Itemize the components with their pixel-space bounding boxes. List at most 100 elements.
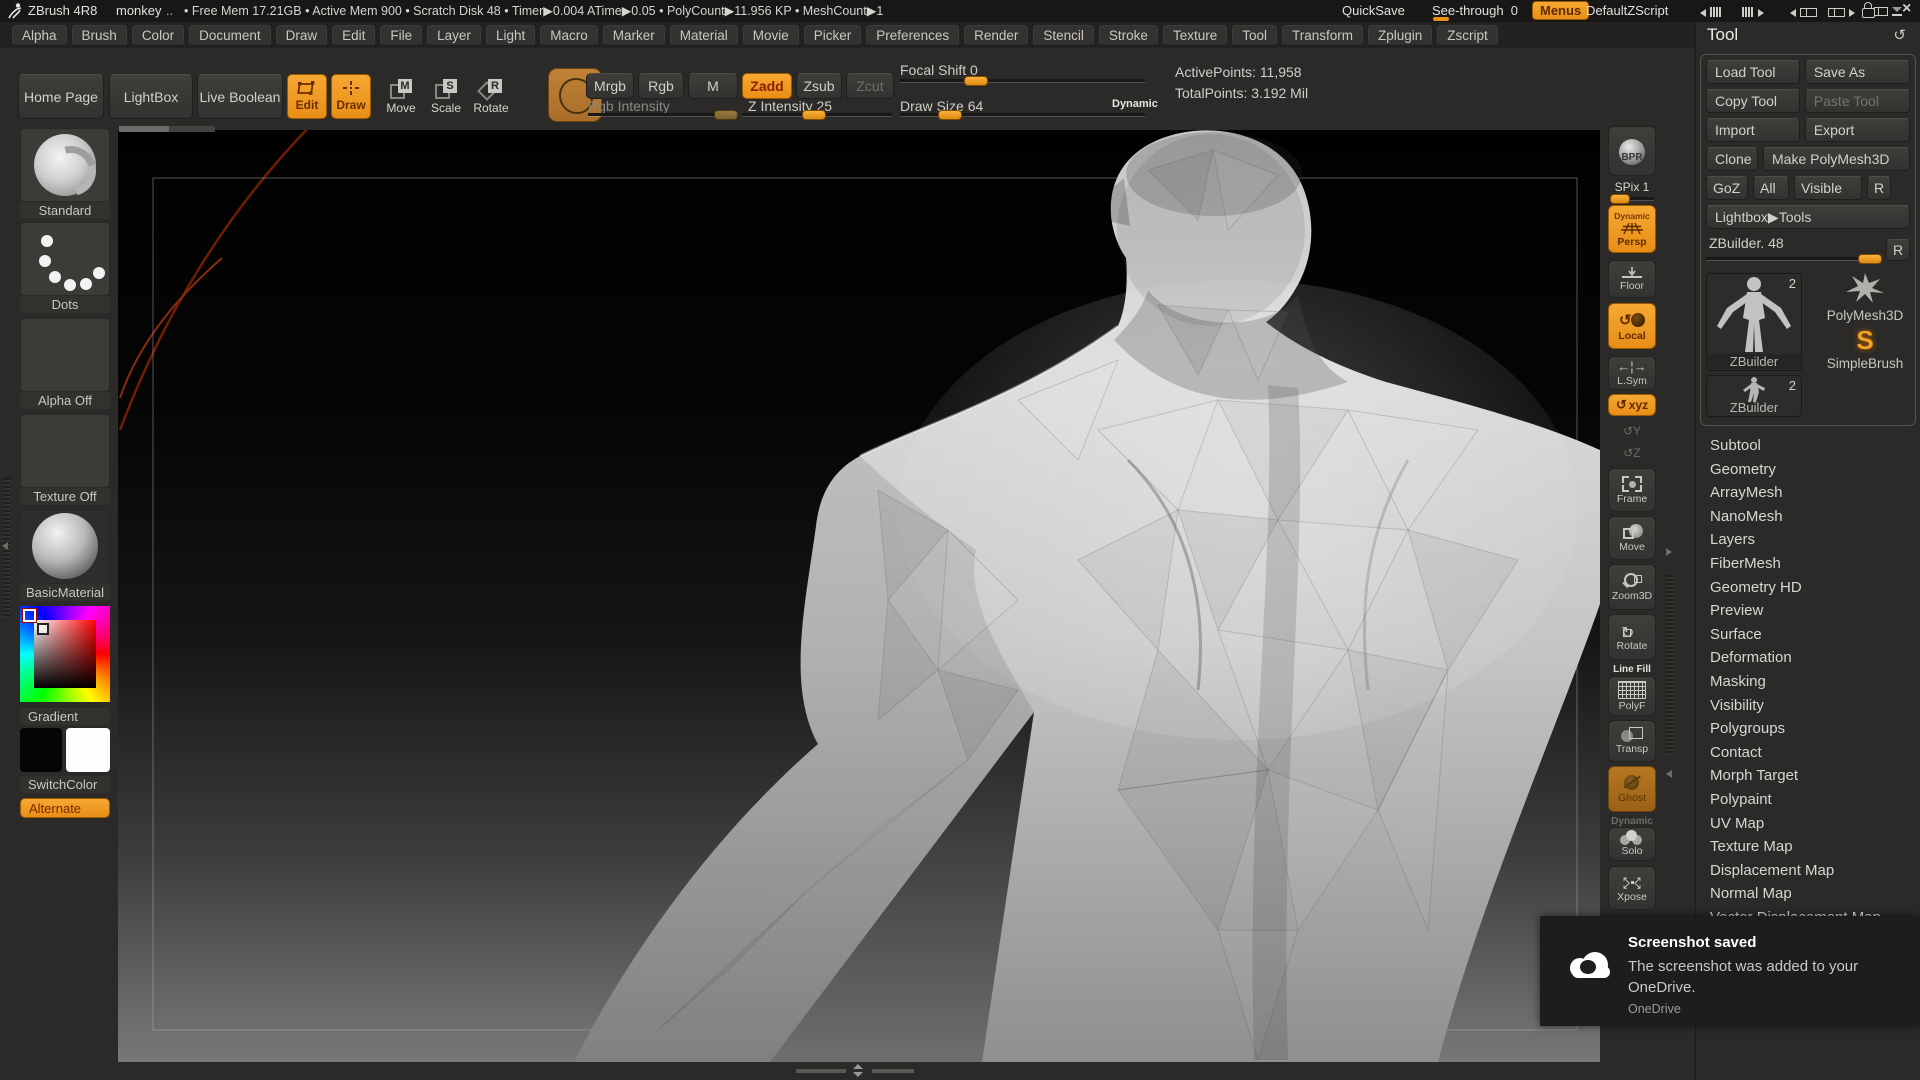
draw-size-track[interactable] — [900, 113, 1145, 116]
tool-section-nanomesh[interactable]: NanoMesh — [1696, 505, 1920, 529]
tool-section-polygroups[interactable]: Polygroups — [1696, 717, 1920, 741]
tray-collapse-icon[interactable] — [2, 542, 8, 550]
xyz-rotate-button[interactable]: ↺ xyz — [1608, 394, 1656, 416]
tool-section-fibermesh[interactable]: FiberMesh — [1696, 552, 1920, 576]
shelf-arrow2-icon[interactable] — [1666, 770, 1672, 778]
menu-item-stroke[interactable]: Stroke — [1098, 24, 1158, 46]
menu-item-file[interactable]: File — [380, 24, 423, 46]
menu-item-zscript[interactable]: Zscript — [1437, 24, 1498, 46]
goz-all-button[interactable]: All — [1753, 176, 1789, 200]
goz-r-button[interactable]: R — [1867, 176, 1891, 200]
texture-slot[interactable] — [20, 414, 110, 488]
tool-section-masking[interactable]: Masking — [1696, 670, 1920, 694]
draw-size-knob[interactable] — [938, 110, 962, 120]
rgb-button[interactable]: Rgb — [638, 73, 684, 99]
tool-thumb-zbuilder-small[interactable]: 2 ZBuilder — [1706, 375, 1802, 417]
current-brush-standard[interactable] — [20, 128, 110, 206]
sculpt-model[interactable] — [118, 121, 1600, 1062]
tool-section-preview[interactable]: Preview — [1696, 599, 1920, 623]
edit-button[interactable]: Edit — [287, 74, 327, 119]
hue-selector[interactable] — [22, 608, 37, 623]
load-tool-button[interactable]: Load Tool — [1706, 60, 1800, 84]
bottom-scroll-left[interactable] — [796, 1069, 846, 1073]
tool-thumb-polymesh3d[interactable]: PolyMesh3D — [1810, 273, 1920, 323]
tool-section-contact[interactable]: Contact — [1696, 741, 1920, 765]
panel-cycle-icon[interactable]: ↺ — [1893, 26, 1906, 44]
tool-section-layers[interactable]: Layers — [1696, 528, 1920, 552]
quicksave-button[interactable]: QuickSave — [1342, 3, 1405, 18]
spix-slider[interactable]: SPix 1 — [1608, 180, 1656, 194]
tool-section-arraymesh[interactable]: ArrayMesh — [1696, 481, 1920, 505]
mrgb-button[interactable]: Mrgb — [586, 73, 634, 99]
bpr-button[interactable]: BPR — [1608, 126, 1656, 176]
gradient-label[interactable]: Gradient — [20, 708, 110, 725]
goz-button[interactable]: GoZ — [1706, 176, 1748, 200]
make-polymesh3d-button[interactable]: Make PolyMesh3D — [1763, 147, 1910, 171]
draw-button[interactable]: Draw — [331, 74, 371, 119]
home-page-button[interactable]: Home Page — [18, 74, 104, 119]
menu-item-marker[interactable]: Marker — [602, 24, 665, 46]
lightbox-tools-button[interactable]: Lightbox▶Tools — [1706, 205, 1910, 229]
menu-item-render[interactable]: Render — [964, 24, 1029, 46]
tool-section-subtool[interactable]: Subtool — [1696, 434, 1920, 458]
menus-button[interactable]: Menus — [1532, 1, 1590, 20]
menu-item-color[interactable]: Color — [131, 24, 185, 46]
menu-item-preferences[interactable]: Preferences — [866, 24, 960, 46]
bottom-scroll-right[interactable] — [872, 1069, 914, 1073]
menu-item-tool[interactable]: Tool — [1232, 24, 1277, 46]
expand-down-icon[interactable] — [853, 1072, 863, 1077]
tool-section-polypaint[interactable]: Polypaint — [1696, 788, 1920, 812]
copy-tool-button[interactable]: Copy Tool — [1706, 89, 1800, 113]
canvas-hscroll[interactable] — [119, 126, 169, 132]
tool-section-texture-map[interactable]: Texture Map — [1696, 835, 1920, 859]
shrink-right-icon[interactable] — [1742, 5, 1764, 20]
move-view-button[interactable]: Move — [1608, 516, 1656, 560]
lsym-button[interactable]: ←¦→ L.Sym — [1608, 356, 1656, 390]
zbuilder-slider[interactable]: ZBuilder. 48 R — [1706, 233, 1910, 273]
scale-button[interactable]: S Scale — [425, 75, 467, 119]
see-through-slider[interactable]: See-through 0 — [1432, 3, 1518, 18]
stroke-type-dots[interactable] — [20, 222, 110, 296]
alpha-slot[interactable] — [20, 318, 110, 392]
menu-item-document[interactable]: Document — [189, 24, 271, 46]
m-button[interactable]: M — [688, 73, 738, 99]
menu-item-alpha[interactable]: Alpha — [12, 24, 67, 46]
spix-knob[interactable] — [1610, 194, 1630, 204]
menu-item-macro[interactable]: Macro — [540, 24, 598, 46]
local-button[interactable]: ↺ Local — [1608, 303, 1656, 349]
cascade-left-icon[interactable] — [1790, 5, 1817, 20]
menu-item-transform[interactable]: Transform — [1281, 24, 1363, 46]
tool-section-visibility[interactable]: Visibility — [1696, 694, 1920, 718]
menu-item-texture[interactable]: Texture — [1162, 24, 1228, 46]
material-slot[interactable] — [20, 510, 110, 584]
tool-thumb-zbuilder[interactable]: 2 ZBuilder — [1706, 273, 1802, 371]
tool-section-morph-target[interactable]: Morph Target — [1696, 764, 1920, 788]
minimize-button[interactable] — [1892, 7, 1902, 16]
shelf-arrow-icon[interactable] — [1666, 548, 1672, 556]
zsub-button[interactable]: Zsub — [796, 73, 842, 99]
zcut-button[interactable]: Zcut — [846, 73, 894, 99]
alternate-button[interactable]: Alternate — [20, 798, 110, 818]
tool-section-geometry[interactable]: Geometry — [1696, 458, 1920, 482]
expand-up-icon[interactable] — [853, 1064, 863, 1069]
polyf-button[interactable]: PolyF — [1608, 676, 1656, 716]
rotate-y-button[interactable]: ↺Y — [1608, 424, 1656, 438]
rotate-button[interactable]: R Rotate — [470, 75, 512, 119]
menu-item-zplugin[interactable]: Zplugin — [1368, 24, 1433, 46]
zoom3d-button[interactable]: Zoom3D — [1608, 564, 1656, 610]
menu-item-light[interactable]: Light — [485, 24, 536, 46]
color-picker[interactable] — [20, 606, 110, 702]
restore-button[interactable] — [1874, 4, 1888, 19]
menu-item-brush[interactable]: Brush — [71, 24, 127, 46]
tool-section-surface[interactable]: Surface — [1696, 623, 1920, 647]
menu-item-layer[interactable]: Layer — [427, 24, 481, 46]
zscript-button[interactable]: DefaultZScript — [1586, 3, 1668, 18]
zadd-button[interactable]: Zadd — [742, 73, 792, 99]
transp-button[interactable]: Transp — [1608, 720, 1656, 762]
switch-color-button[interactable]: SwitchColor — [20, 776, 110, 793]
export-button[interactable]: Export — [1804, 118, 1910, 142]
menu-item-picker[interactable]: Picker — [803, 24, 862, 46]
viewport-canvas[interactable] — [118, 121, 1600, 1062]
z-intensity-knob[interactable] — [802, 110, 826, 120]
persp-button[interactable]: Dynamic Persp — [1608, 205, 1656, 253]
